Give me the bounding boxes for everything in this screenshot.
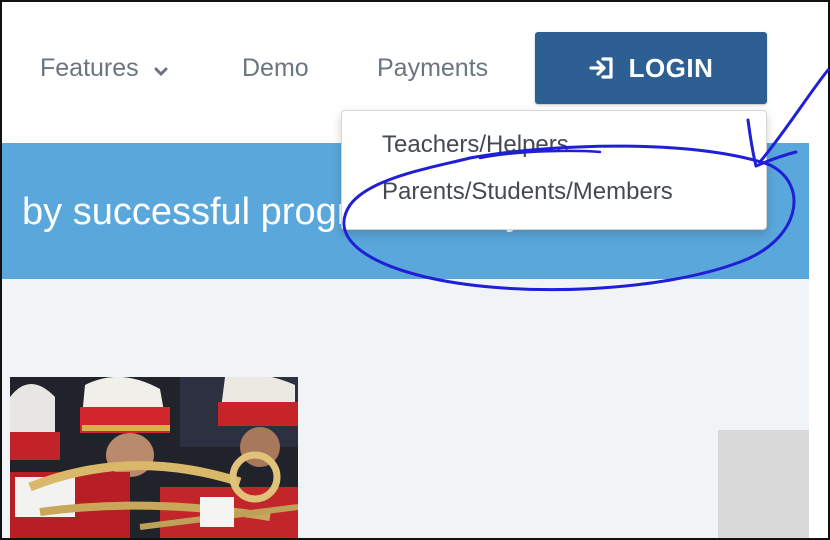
nav-features-label: Features: [40, 54, 139, 82]
login-label: LOGIN: [628, 52, 714, 83]
menu-item-teachers-helpers[interactable]: Teachers/Helpers: [382, 131, 569, 159]
screenshot-frame: Features Demo Payments LOGIN by successf…: [0, 0, 830, 540]
nav-features[interactable]: Features: [40, 54, 168, 84]
login-dropdown-menu: Teachers/Helpers Parents/Students/Member…: [341, 110, 767, 230]
menu-item-parents-students-members[interactable]: Parents/Students/Members: [382, 178, 673, 206]
nav-demo[interactable]: Demo: [242, 54, 309, 83]
marching-band-photo: [10, 377, 298, 538]
chevron-down-icon: [154, 55, 168, 84]
content-area: [2, 279, 809, 538]
sign-in-icon: [588, 56, 615, 80]
login-button[interactable]: LOGIN: [535, 32, 767, 104]
placeholder-panel: [718, 430, 809, 538]
nav-payments[interactable]: Payments: [377, 54, 488, 83]
